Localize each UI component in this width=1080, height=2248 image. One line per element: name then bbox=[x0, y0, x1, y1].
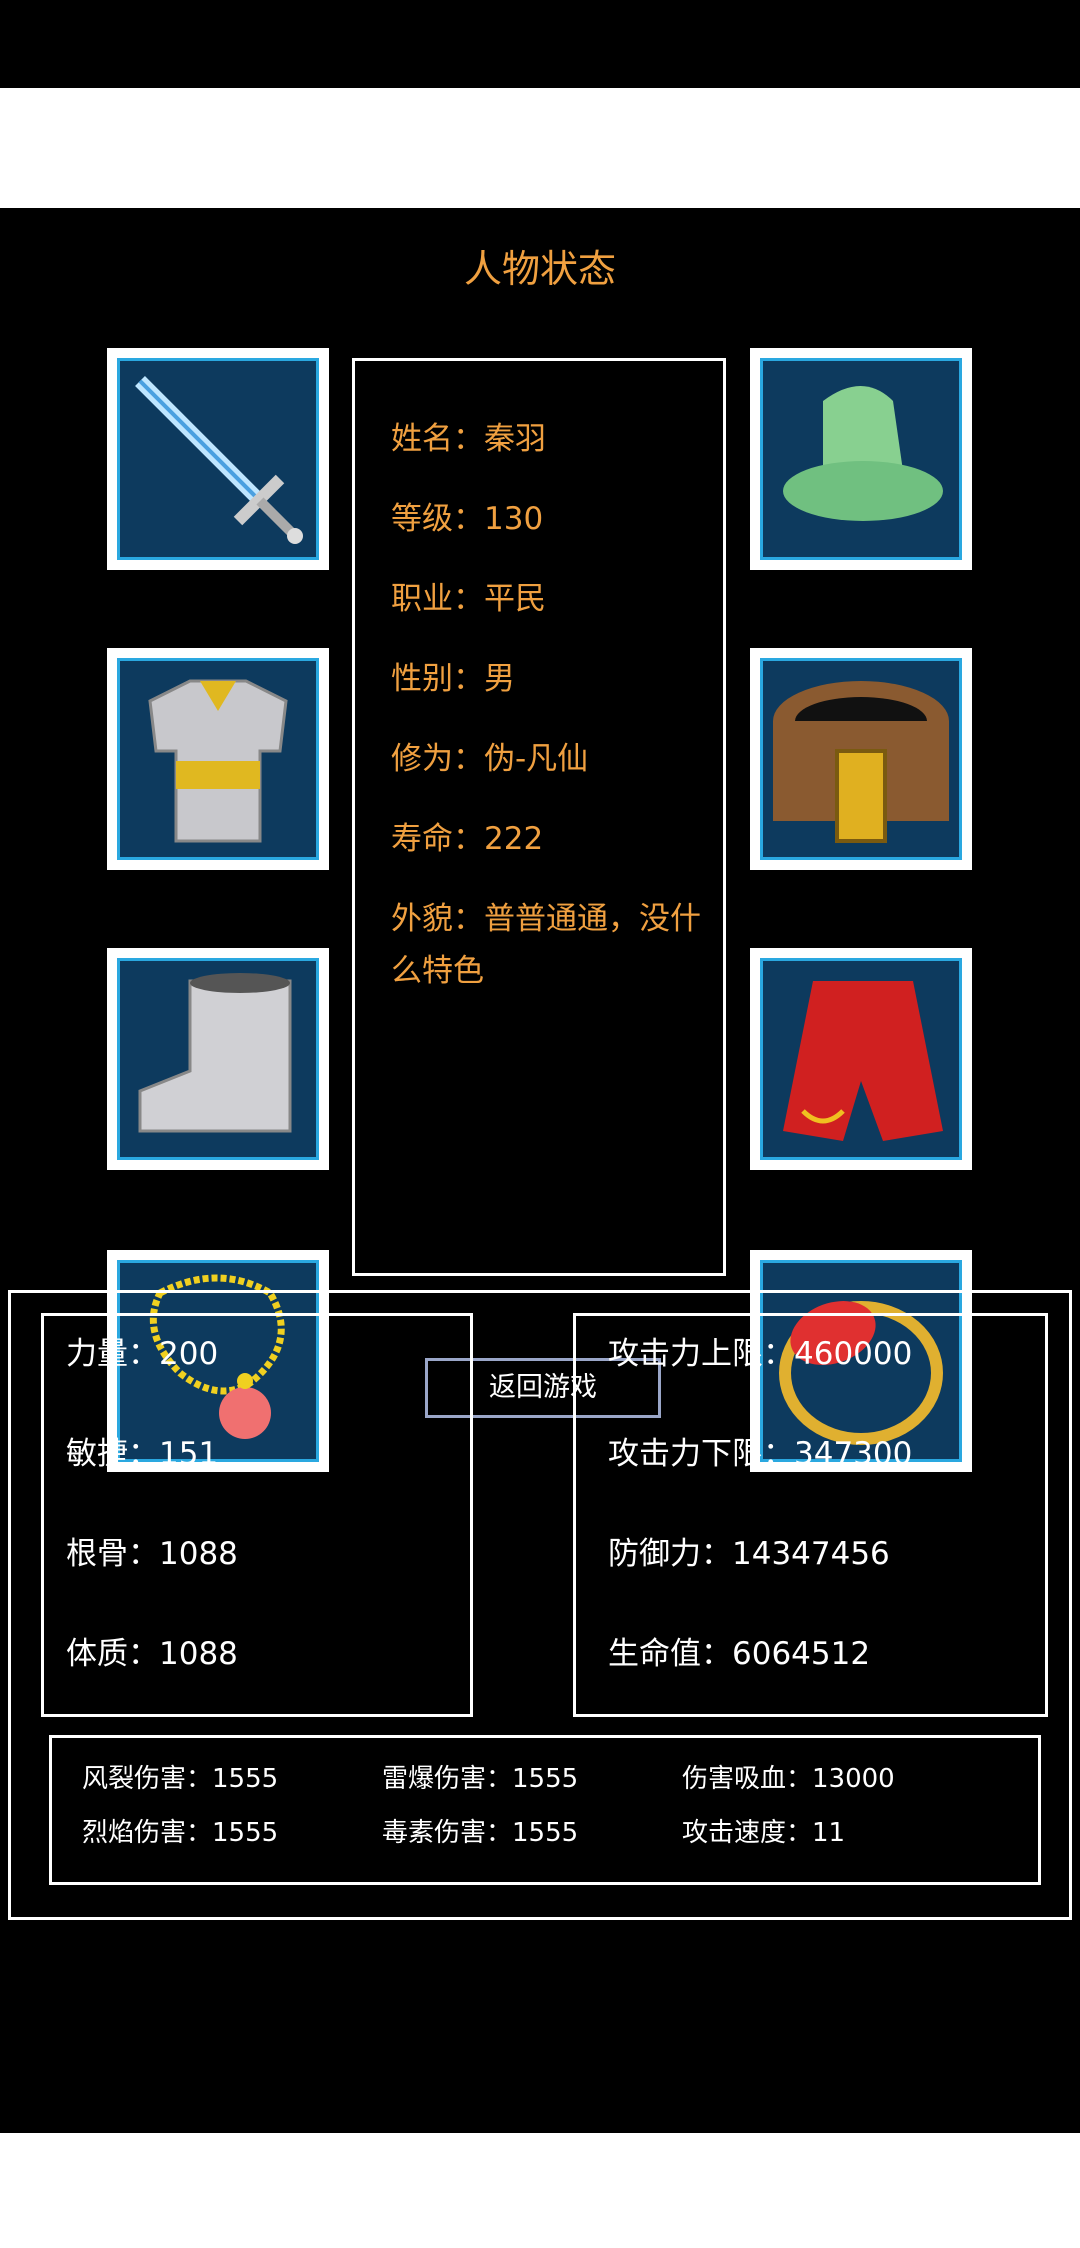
sword-icon bbox=[135, 376, 303, 544]
poison-damage-stat: 毒素伤害：1555 bbox=[382, 1818, 579, 1848]
armor-slot[interactable] bbox=[107, 648, 329, 870]
top-gap bbox=[0, 88, 1080, 208]
gender-label: 性别：男 bbox=[391, 661, 515, 697]
bone-stat: 根骨：1088 bbox=[66, 1536, 238, 1572]
agility-stat: 敏捷：151 bbox=[66, 1436, 219, 1472]
name-label: 姓名：秦羽 bbox=[391, 421, 546, 457]
helmet-slot[interactable] bbox=[750, 348, 972, 570]
job-label: 职业：平民 bbox=[391, 581, 546, 617]
belt-slot[interactable] bbox=[750, 648, 972, 870]
constitution-stat: 体质：1088 bbox=[66, 1636, 238, 1672]
belt-icon bbox=[773, 681, 949, 843]
elemental-box: 风裂伤害：1555 雷爆伤害：1555 伤害吸血：13000 烈焰伤害：1555… bbox=[49, 1735, 1041, 1885]
appearance-label: 外貌：普普通通，没什么特色 bbox=[391, 901, 701, 989]
hp-stat: 生命值：6064512 bbox=[608, 1636, 871, 1672]
wind-damage-stat: 风裂伤害：1555 bbox=[82, 1764, 279, 1794]
armor-icon bbox=[148, 679, 288, 843]
flame-damage-stat: 烈焰伤害：1555 bbox=[82, 1818, 279, 1848]
status-bar bbox=[0, 0, 1080, 88]
combat-box: 攻击力上限：460000 攻击力下限：347300 防御力：14347456 生… bbox=[573, 1313, 1048, 1717]
hat-icon bbox=[783, 386, 943, 521]
lifespan-label: 寿命：222 bbox=[391, 821, 544, 857]
stats-panel: 力量：200 敏捷：151 根骨：1088 体质：1088 攻击力上限：4600… bbox=[8, 1290, 1072, 1920]
attack-speed-stat: 攻击速度：11 bbox=[682, 1818, 846, 1848]
attack-min-stat: 攻击力下限：347300 bbox=[608, 1436, 913, 1472]
level-label: 等级：130 bbox=[391, 501, 544, 537]
boots-icon bbox=[138, 973, 292, 1133]
cape-slot[interactable] bbox=[750, 948, 972, 1170]
page-title: 人物状态 bbox=[463, 247, 616, 291]
lifesteal-stat: 伤害吸血：13000 bbox=[682, 1764, 895, 1794]
cultivation-label: 修为：伪-凡仙 bbox=[391, 741, 589, 777]
attack-max-stat: 攻击力上限：460000 bbox=[608, 1336, 913, 1372]
attributes-box: 力量：200 敏捷：151 根骨：1088 体质：1088 bbox=[41, 1313, 473, 1717]
thunder-damage-stat: 雷爆伤害：1555 bbox=[382, 1764, 579, 1794]
defense-stat: 防御力：14347456 bbox=[608, 1536, 890, 1572]
character-info-panel: 姓名：秦羽 等级：130 职业：平民 性别：男 修为：伪-凡仙 寿命：222 外… bbox=[352, 358, 726, 1276]
boots-slot[interactable] bbox=[107, 948, 329, 1170]
cape-icon bbox=[783, 981, 943, 1141]
strength-stat: 力量：200 bbox=[66, 1336, 219, 1372]
weapon-slot[interactable] bbox=[107, 348, 329, 570]
